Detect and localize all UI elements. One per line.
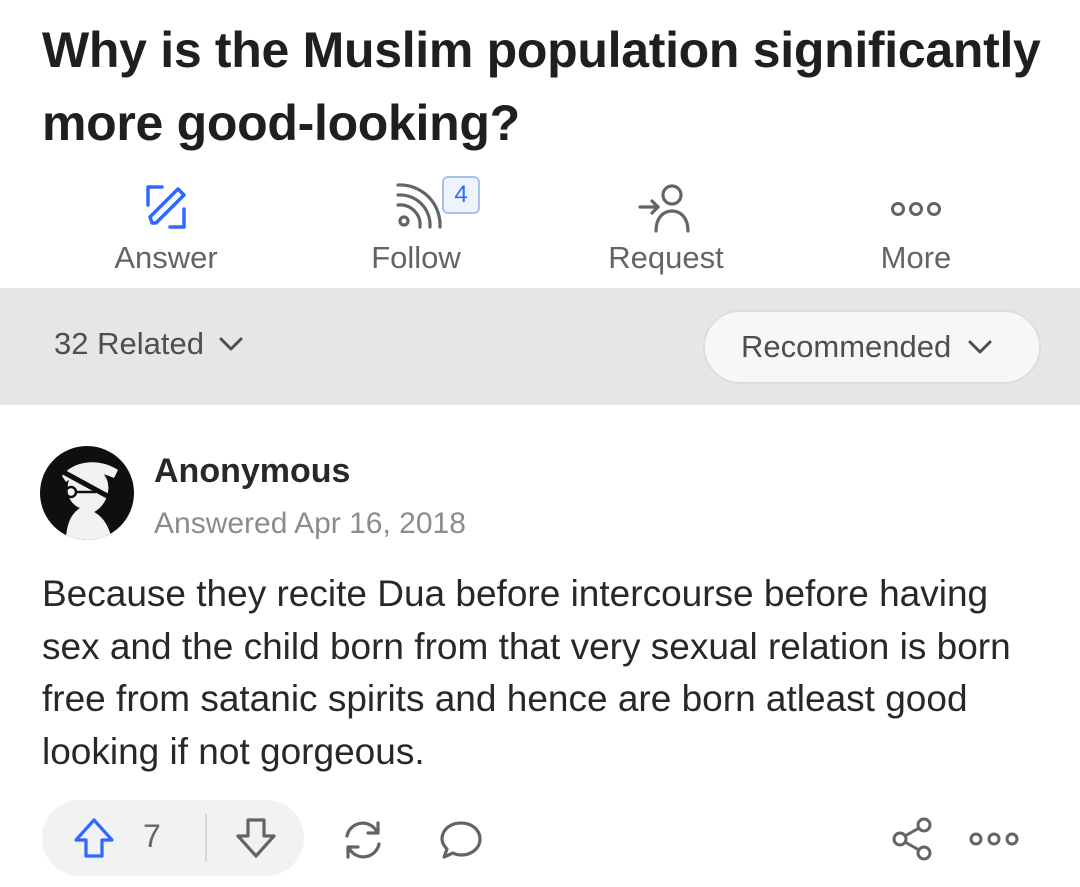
more-dots-icon bbox=[891, 202, 941, 216]
upvote-icon[interactable] bbox=[70, 814, 118, 862]
chevron-down-icon bbox=[968, 340, 992, 354]
quora-question-page: Why is the Muslim population significant… bbox=[0, 0, 1080, 887]
related-bar: 32 Related Recommended bbox=[0, 288, 1080, 405]
related-dropdown[interactable]: 32 Related bbox=[54, 326, 246, 362]
sort-dropdown[interactable]: Recommended bbox=[703, 310, 1041, 384]
downvote-icon[interactable] bbox=[232, 814, 280, 862]
more-button[interactable]: More bbox=[816, 170, 1016, 285]
question-title: Why is the Muslim population significant… bbox=[42, 22, 1041, 151]
follow-label: Follow bbox=[371, 240, 461, 275]
answer-date: Answered Apr 16, 2018 bbox=[154, 507, 466, 540]
answer-text: Because they recite Dua before intercour… bbox=[42, 573, 1011, 772]
author-name[interactable]: Anonymous bbox=[154, 452, 350, 491]
request-label: Request bbox=[608, 240, 724, 275]
share-icon[interactable] bbox=[888, 815, 936, 863]
avatar[interactable] bbox=[40, 446, 134, 540]
follow-rss-icon bbox=[396, 183, 442, 229]
chevron-down-icon bbox=[219, 337, 243, 351]
vote-divider bbox=[205, 814, 207, 862]
more-label: More bbox=[880, 240, 952, 275]
answer-label: Answer bbox=[114, 240, 218, 275]
more-options-icon[interactable] bbox=[966, 815, 1022, 863]
comment-icon[interactable] bbox=[436, 815, 486, 865]
question-actions: Answer Follow Request More bbox=[0, 170, 1080, 285]
related-label: 32 Related bbox=[54, 326, 204, 361]
upvote-count: 7 bbox=[143, 818, 161, 854]
follow-button[interactable]: Follow bbox=[316, 170, 516, 285]
edit-icon bbox=[146, 185, 186, 229]
vote-pill: 7 bbox=[42, 800, 304, 876]
follow-count-badge: 4 bbox=[442, 176, 480, 214]
request-user-icon bbox=[638, 184, 690, 233]
share-refresh-icon[interactable] bbox=[338, 815, 388, 865]
sort-label: Recommended bbox=[741, 329, 952, 364]
request-button[interactable]: Request bbox=[566, 170, 766, 285]
answer-button[interactable]: Answer bbox=[66, 170, 266, 285]
